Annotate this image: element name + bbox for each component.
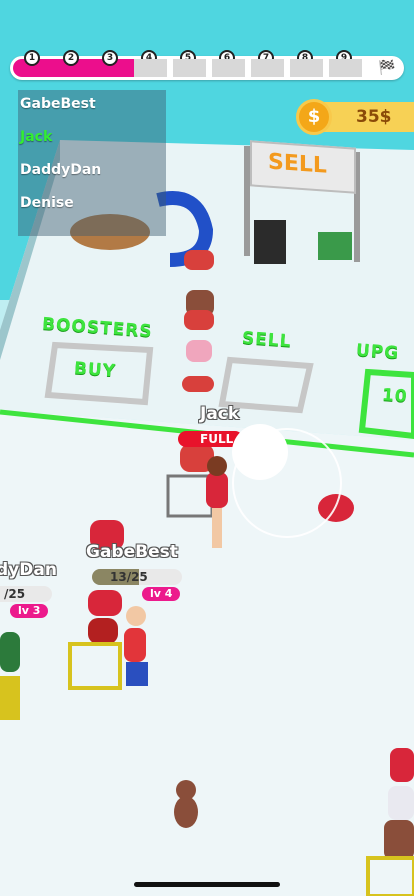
daddydan-level-badge: lv 3 [10,604,49,618]
sell-booth-sign: SELL [250,140,356,194]
player-name-jack: Jack [200,404,240,424]
level-marker: 3 [102,50,118,66]
level-marker: 2 [63,50,79,66]
game-scene[interactable]: 123456789 🏁 GabeBest Jack DaddyDan Denis… [0,0,414,896]
daddydan-capacity-text: /25 [4,587,26,601]
leaderboard-name: Jack [20,129,53,145]
buy-pad-label[interactable]: BUY [73,359,116,382]
sell-zone-label: SELL [241,328,293,352]
dollar-coin-icon: $ [296,99,332,135]
level-segment [173,59,206,77]
teddy-bear-item [174,780,198,828]
level-marker: 1 [24,50,40,66]
level-segment [329,59,362,77]
cash-stack [318,232,352,260]
player-name-gabebest: GabeBest [86,542,178,562]
level-segment [212,59,245,77]
home-indicator[interactable] [134,882,280,887]
checkered-flag-icon: 🏁 [378,60,396,76]
leaderboard: GabeBest Jack DaddyDan Denise [18,90,166,236]
coin-amount: 35$ [356,107,392,127]
daddydan-character [0,632,20,720]
player-name-daddydan: dyDan [0,560,57,580]
gabebest-capacity-bar: 13/25 [92,569,182,585]
gabebest-capacity-text: 13/25 [110,570,148,584]
gabebest-level-badge: lv 4 [142,587,181,601]
leaderboard-name: Denise [20,195,74,211]
daddydan-capacity-bar: /25 [0,586,52,602]
joystick-knob[interactable] [232,424,288,480]
level-segment [290,59,323,77]
upgrade-zone-label: UPG [355,340,400,364]
sell-sign-label: SELL [268,149,327,179]
full-status-text: FULL [200,432,234,446]
upgrade-price-label: 10 [381,385,409,407]
level-segment [134,59,167,77]
level-segment [251,59,284,77]
leaderboard-name: GabeBest [20,96,96,112]
gabebest-character [124,606,148,686]
leaderboard-name: DaddyDan [20,162,102,178]
coin-counter: $ 35$ [296,99,414,135]
level-progress-bar: 123456789 🏁 [10,50,404,80]
safe [254,220,286,264]
